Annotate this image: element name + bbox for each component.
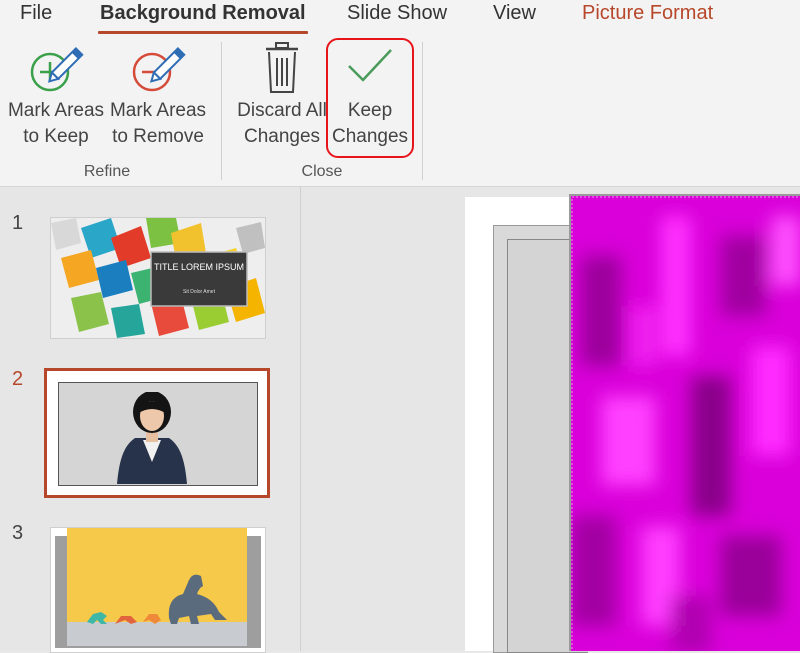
group-label-refine: Refine [83,163,131,180]
tab-slide-show[interactable]: Slide Show [347,2,447,25]
group-label-close: Close [301,163,343,180]
mark-areas-to-remove-button[interactable]: Mark Areas to Remove [108,34,208,156]
mark-areas-to-keep-button[interactable]: Mark Areas to Keep [6,34,106,156]
picture-removal-area[interactable] [569,194,800,651]
tab-file[interactable]: File [20,2,52,25]
plus-pencil-icon [26,42,86,103]
slide-thumbnail-3[interactable] [50,527,266,653]
tab-background-removal[interactable]: Background Removal [98,2,308,34]
woman-portrait-image [117,392,187,484]
ribbon: Mark Areas to Keep Mark Areas to Remove … [0,34,800,187]
slide-1-title: TITLE LOREM IPSUM [153,262,244,272]
tab-picture-format[interactable]: Picture Format [582,2,713,25]
slide-number-1: 1 [12,212,24,234]
colorful-cubes-image [51,218,265,338]
slide-thumbnail-1[interactable]: TITLE LOREM IPSUM Sit Dolor Amet [50,217,266,339]
mark-keep-label-2: to Keep [23,126,89,147]
ribbon-separator-2 [422,42,423,180]
tab-view[interactable]: View [493,2,536,25]
keep-changes-button[interactable]: Keep Changes [330,34,410,156]
discard-label-1: Discard All [237,100,327,121]
magenta-removal-overlay [571,196,800,651]
slide-editing-canvas[interactable] [301,187,800,653]
trash-icon [262,40,302,101]
mark-keep-label-1: Mark Areas [7,100,105,121]
keep-label-1: Keep [347,100,393,121]
slide-1-subtitle: Sit Dolor Amet [183,289,215,295]
discard-all-changes-button[interactable]: Discard All Changes [234,34,330,156]
discard-label-2: Changes [243,126,321,147]
slide-number-3: 3 [12,522,24,544]
slide-thumbnail-2[interactable] [44,368,270,498]
slide-thumbnail-pane[interactable]: 1 TITLE LOREM IPSUM Sit Dolor Amet 2 3 [0,187,301,653]
ribbon-separator [221,42,222,180]
mark-remove-label-2: to Remove [112,126,204,147]
keep-label-2: Changes [331,126,409,147]
ribbon-tabs: File Background Removal Slide Show View … [0,0,800,34]
mark-remove-label-1: Mark Areas [109,100,207,121]
dinosaur-toys-image [55,528,261,648]
slide-number-2: 2 [12,368,24,390]
checkmark-icon [345,46,395,91]
minus-pencil-icon [128,42,188,103]
